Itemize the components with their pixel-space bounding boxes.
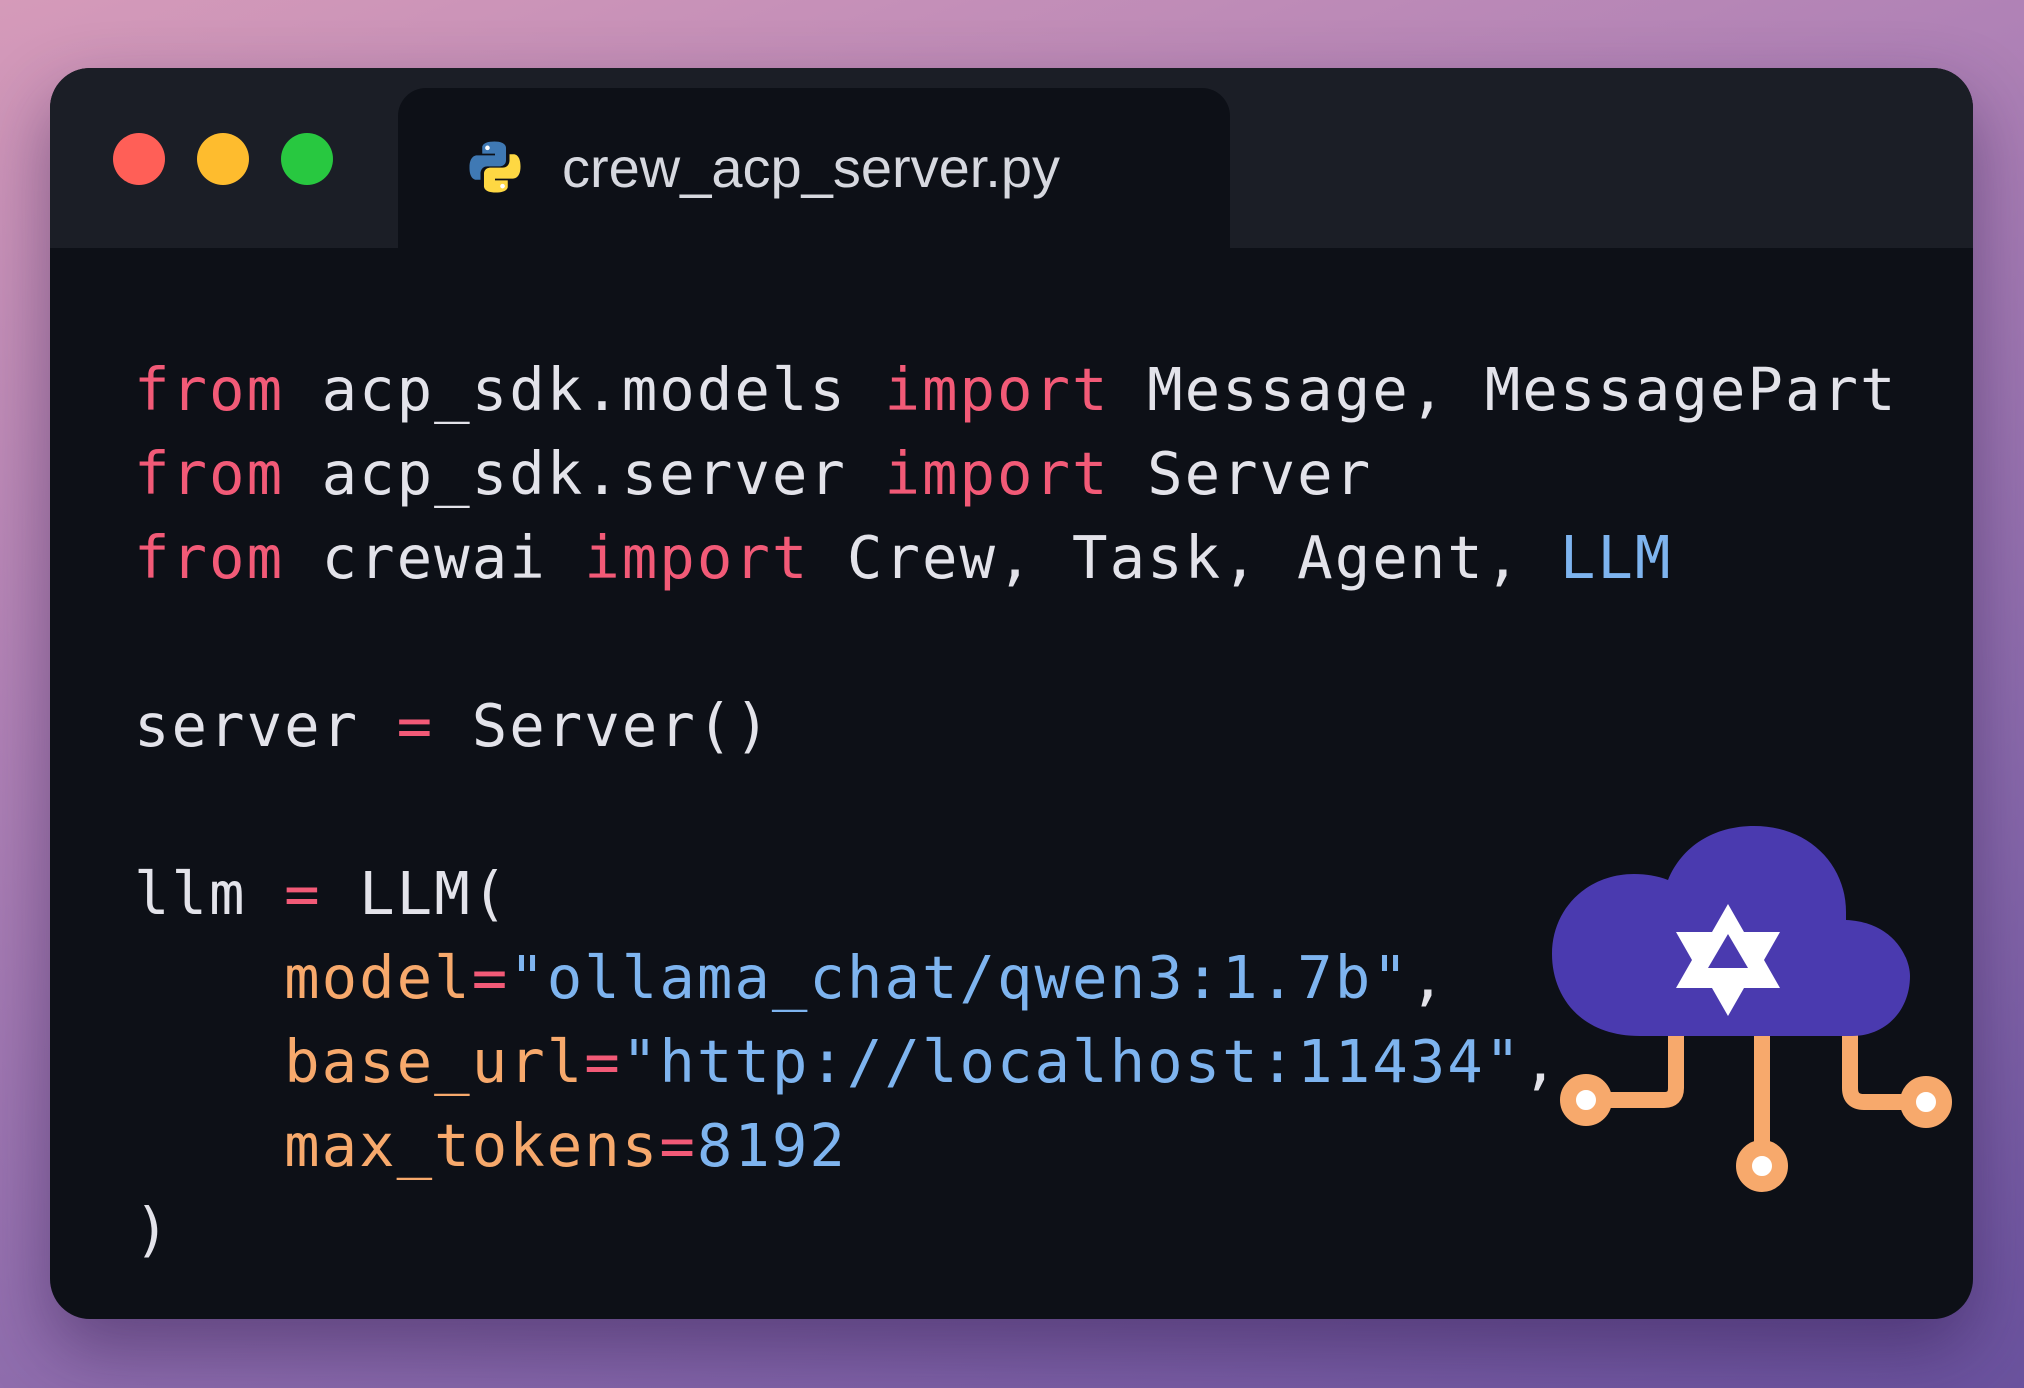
title-bar: crew_acp_server.py (50, 68, 1973, 268)
code-token-txt: Server (1109, 439, 1373, 508)
code-token-kw: import (884, 355, 1110, 424)
code-token-str: "ollama_chat/qwen3:1.7b" (509, 943, 1410, 1012)
minimize-button[interactable] (197, 133, 249, 185)
code-token-txt: Crew, Task, Agent, (809, 523, 1560, 592)
code-token-num: 8192 (696, 1111, 847, 1180)
code-token-txt: LLM( (321, 859, 510, 928)
code-token-txt: crewai (284, 523, 585, 592)
code-token-op: = (396, 691, 435, 760)
code-line: from crewai import Crew, Task, Agent, LL… (134, 516, 1898, 600)
code-line: from acp_sdk.server import Server (134, 432, 1898, 516)
code-token-txt: llm (134, 859, 285, 928)
code-token-param: max_tokens (284, 1111, 660, 1180)
code-token-txt: server (134, 691, 397, 760)
code-token-op: = (584, 1027, 622, 1096)
maximize-button[interactable] (281, 133, 333, 185)
code-token-kw: from (134, 523, 285, 592)
code-token-op: = (284, 859, 322, 928)
close-button[interactable] (113, 133, 165, 185)
code-token-kw: import (584, 523, 810, 592)
code-window: crew_acp_server.py from acp_sdk.models i… (50, 68, 1973, 1319)
qwen-cloud-icon (1552, 826, 1952, 1192)
code-token-txt: Server() (434, 691, 772, 760)
code-line: server = Server() (134, 684, 1898, 768)
code-token-op: = (471, 943, 510, 1012)
code-token-txt: acp_sdk.models (284, 355, 885, 424)
code-token-str: "http://localhost:11434" (621, 1027, 1523, 1096)
code-token-txt: Message, MessagePart (1109, 355, 1898, 424)
code-token-cls: LLM (1559, 523, 1673, 592)
code-token-kw: import (884, 439, 1110, 508)
tab-filename: crew_acp_server.py (562, 136, 1061, 199)
python-icon (469, 141, 521, 193)
code-token-kw: from (134, 355, 285, 424)
code-token-kw: from (134, 439, 285, 508)
code-token-op: = (659, 1111, 697, 1180)
code-token-param: base_url (284, 1027, 585, 1096)
code-token-txt: ) (134, 1195, 172, 1264)
code-token-txt: , (1409, 943, 1448, 1012)
code-token-param: model (284, 943, 472, 1012)
code-line: from acp_sdk.models import Message, Mess… (134, 348, 1898, 432)
code-token-txt: acp_sdk.server (284, 439, 885, 508)
tab-file[interactable]: crew_acp_server.py (398, 88, 1230, 268)
